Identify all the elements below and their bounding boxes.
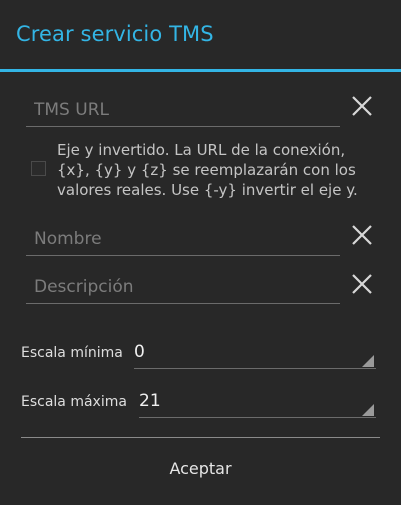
- max-scale-spinner[interactable]: 21: [139, 391, 376, 418]
- min-scale-label: Escala mínima: [21, 345, 123, 361]
- clear-name-button[interactable]: [348, 221, 376, 249]
- description-field-container: [26, 273, 340, 304]
- footer-divider: [21, 437, 380, 438]
- max-scale-value: 21: [139, 391, 161, 411]
- dropdown-arrow-icon: [362, 404, 374, 416]
- invert-y-description: Eje y invertido. La URL de la conexión, …: [57, 141, 358, 199]
- min-scale-spinner[interactable]: 0: [134, 342, 376, 369]
- accept-button[interactable]: Aceptar: [0, 446, 401, 492]
- create-tms-dialog: Crear servicio TMS Eje y invertido. La U…: [0, 0, 401, 505]
- dropdown-arrow-icon: [362, 355, 374, 367]
- name-field-container: [26, 225, 340, 256]
- min-scale-value: 0: [134, 342, 145, 362]
- dialog-title: Crear servicio TMS: [16, 22, 214, 46]
- clear-url-button[interactable]: [348, 92, 376, 120]
- description-input[interactable]: [34, 273, 334, 301]
- tms-url-input[interactable]: [34, 96, 334, 124]
- close-icon: [352, 96, 372, 116]
- close-icon: [352, 274, 372, 294]
- title-divider: [0, 69, 401, 72]
- close-icon: [352, 225, 372, 245]
- tms-url-field-container: [26, 96, 340, 127]
- max-scale-label: Escala máxima: [21, 394, 127, 410]
- invert-y-checkbox[interactable]: [31, 161, 46, 176]
- name-input[interactable]: [34, 225, 334, 253]
- clear-description-button[interactable]: [348, 270, 376, 298]
